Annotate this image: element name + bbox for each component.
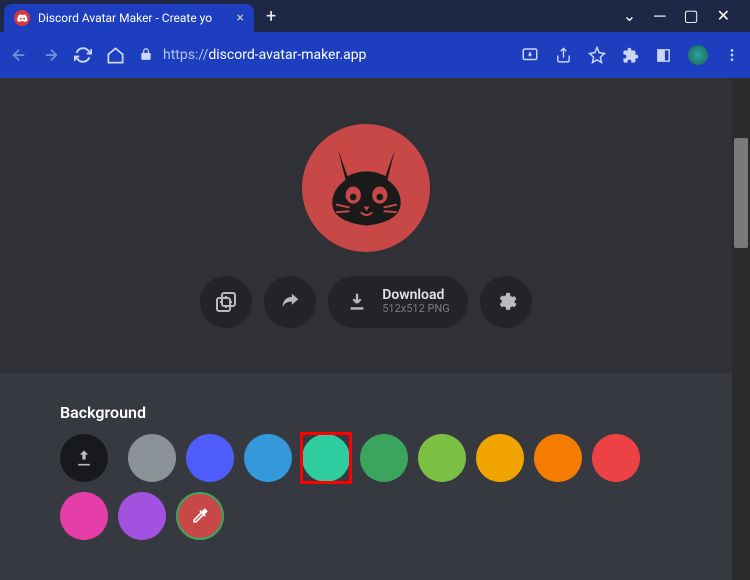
download-label: Download xyxy=(382,288,450,303)
cat-avatar-icon xyxy=(319,140,414,235)
panel-icon[interactable] xyxy=(655,47,672,64)
browser-toolbar: https://discord-avatar-maker.app xyxy=(0,32,750,78)
browser-tab[interactable]: Discord Avatar Maker - Create yo × xyxy=(4,4,254,32)
scrollbar-thumb[interactable] xyxy=(734,138,748,248)
action-row: Download 512x512 PNG xyxy=(200,276,532,328)
extensions-icon[interactable] xyxy=(622,47,639,64)
page-content: Download 512x512 PNG Background xyxy=(0,78,732,580)
close-tab-icon[interactable]: × xyxy=(237,10,244,26)
randomize-button[interactable] xyxy=(200,276,252,328)
url-text: https://discord-avatar-maker.app xyxy=(163,47,366,63)
section-title: Background xyxy=(60,403,672,422)
maximize-icon[interactable]: ▢ xyxy=(683,6,698,26)
share-button[interactable] xyxy=(264,276,316,328)
color-swatch-row xyxy=(60,434,672,540)
color-swatch[interactable] xyxy=(302,434,350,482)
upload-background-button[interactable] xyxy=(60,434,108,482)
background-section: Background xyxy=(0,373,732,560)
share-arrow-icon xyxy=(279,291,301,313)
home-icon[interactable] xyxy=(106,46,125,65)
color-picker-button[interactable] xyxy=(176,492,224,540)
vertical-scrollbar[interactable] xyxy=(732,78,750,580)
settings-button[interactable] xyxy=(480,276,532,328)
color-swatch[interactable] xyxy=(128,434,176,482)
star-icon[interactable] xyxy=(588,46,606,64)
avatar-canvas-area: Download 512x512 PNG xyxy=(0,78,732,373)
window-controls: ⌄ ─ ▢ ✕ xyxy=(607,6,746,26)
color-swatch[interactable] xyxy=(60,492,108,540)
color-swatch[interactable] xyxy=(418,434,466,482)
download-icon xyxy=(346,291,368,313)
new-tab-button[interactable]: + xyxy=(254,6,288,27)
close-window-icon[interactable]: ✕ xyxy=(717,6,730,26)
color-swatch[interactable] xyxy=(360,434,408,482)
forward-icon[interactable] xyxy=(42,46,60,64)
color-swatch[interactable] xyxy=(534,434,582,482)
color-swatch[interactable] xyxy=(592,434,640,482)
download-subtitle: 512x512 PNG xyxy=(382,303,450,315)
menu-icon[interactable] xyxy=(724,47,740,63)
reload-icon[interactable] xyxy=(74,46,92,64)
extension-avatar-icon[interactable] xyxy=(688,45,708,65)
chevron-down-icon[interactable]: ⌄ xyxy=(623,6,636,26)
lock-icon xyxy=(139,46,153,65)
download-button[interactable]: Download 512x512 PNG xyxy=(328,276,468,328)
gear-icon xyxy=(495,291,517,313)
eyedropper-icon xyxy=(190,506,210,526)
upload-icon xyxy=(74,448,94,468)
discord-favicon xyxy=(14,10,30,26)
tab-title: Discord Avatar Maker - Create yo xyxy=(38,11,229,25)
minimize-icon[interactable]: ─ xyxy=(654,6,665,26)
color-swatch[interactable] xyxy=(476,434,524,482)
color-swatch[interactable] xyxy=(244,434,292,482)
address-bar[interactable]: https://discord-avatar-maker.app xyxy=(139,46,507,65)
browser-titlebar: Discord Avatar Maker - Create yo × + ⌄ ─… xyxy=(0,0,750,32)
color-swatch[interactable] xyxy=(118,492,166,540)
back-icon[interactable] xyxy=(10,46,28,64)
share-icon[interactable] xyxy=(555,47,572,64)
install-icon[interactable] xyxy=(521,46,539,64)
dice-icon xyxy=(214,290,238,314)
color-swatch[interactable] xyxy=(186,434,234,482)
avatar-preview[interactable] xyxy=(302,124,430,252)
